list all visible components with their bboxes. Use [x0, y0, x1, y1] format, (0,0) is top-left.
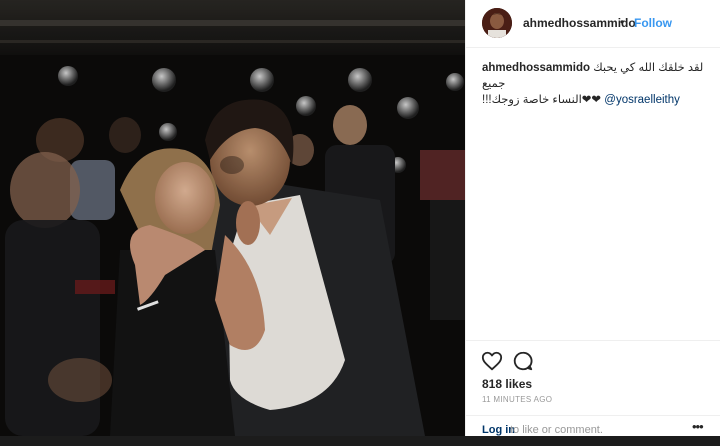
avatar[interactable]: [482, 8, 512, 38]
post-actions-section: 818 likes 11 MINUTES AGO Log in to like …: [466, 340, 720, 436]
party-photo-image: [0, 0, 465, 436]
comment-icon[interactable]: [512, 350, 534, 372]
caption-username[interactable]: ahmedhossammido: [482, 62, 590, 74]
caption-mention-link[interactable]: @yosraelleithy: [604, 94, 680, 106]
post-timestamp: 11 MINUTES AGO: [482, 395, 553, 404]
username-link[interactable]: ahmedhossammido: [523, 16, 636, 30]
post-side-panel: ahmedhossammido • Follow ahmedhossammido…: [465, 0, 720, 436]
follow-button[interactable]: Follow: [634, 16, 672, 30]
caption-hearts: ❤❤: [581, 94, 602, 106]
login-prompt-text: to like or comment.: [510, 424, 603, 436]
bottom-bar: [0, 436, 720, 446]
post-photo[interactable]: [0, 0, 465, 436]
comment-bar: Log in to like or comment. •••: [466, 415, 720, 437]
more-options-icon[interactable]: •••: [692, 419, 704, 434]
avatar-image: [482, 8, 512, 38]
post-header: ahmedhossammido • Follow: [466, 0, 720, 48]
heart-icon[interactable]: [481, 350, 503, 372]
caption-text-line2: النساء خاصة زوجك!!!: [482, 94, 582, 106]
post-caption: ahmedhossammido لقد خلقك الله كي يحبك جم…: [482, 60, 710, 108]
likes-count[interactable]: 818 likes: [482, 377, 532, 391]
separator-dot: •: [620, 15, 625, 29]
